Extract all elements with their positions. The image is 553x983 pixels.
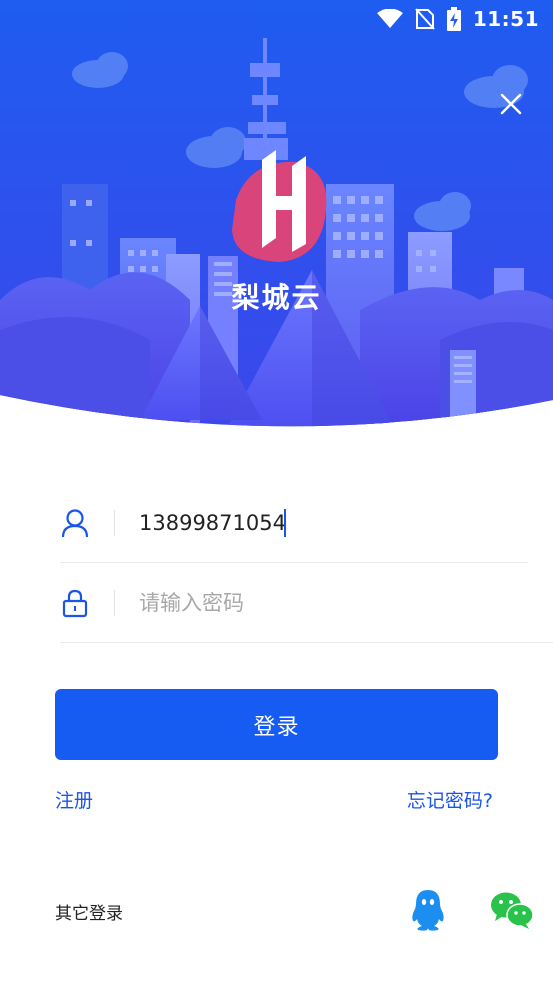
username-input[interactable]: 13899871054: [139, 508, 528, 537]
forgot-password-link[interactable]: 忘记密码?: [407, 786, 493, 813]
other-login-label: 其它登录: [55, 904, 123, 924]
qq-icon: [412, 890, 444, 931]
login-screen: 11:51 梨城云 13899871054 登录 注册 忘记密码? 其它登录: [0, 0, 553, 983]
close-button[interactable]: [497, 90, 525, 118]
no-sim-icon: [415, 8, 435, 30]
status-time: 11:51: [472, 7, 539, 31]
wechat-icon: [491, 892, 534, 929]
close-icon: [500, 93, 522, 115]
field-divider: [114, 509, 115, 536]
password-field[interactable]: [60, 563, 553, 643]
text-caret: [283, 508, 286, 537]
username-field[interactable]: 13899871054: [60, 483, 528, 563]
hero-illustration: [0, 0, 553, 440]
user-icon: [60, 508, 90, 538]
username-value: 13899871054: [139, 510, 286, 535]
battery-charging-icon: [446, 7, 461, 31]
app-name: 梨城云: [231, 281, 322, 314]
wechat-login-button[interactable]: [490, 890, 534, 930]
qq-login-button[interactable]: [410, 888, 446, 932]
register-link[interactable]: 注册: [55, 786, 93, 813]
wifi-icon: [376, 9, 403, 29]
lock-icon: [60, 588, 90, 618]
password-input[interactable]: [139, 590, 553, 615]
status-bar: 11:51: [0, 0, 553, 38]
field-divider: [114, 589, 115, 616]
login-button[interactable]: 登录: [55, 689, 498, 760]
